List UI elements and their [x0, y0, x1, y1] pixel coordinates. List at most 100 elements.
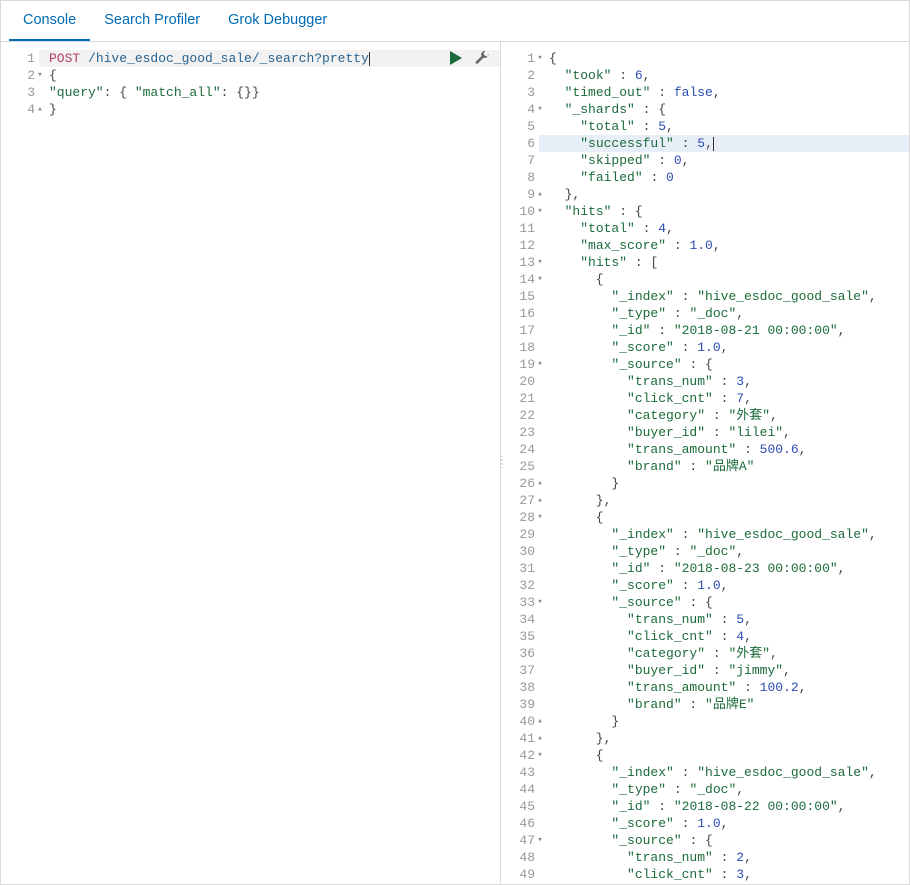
code-line[interactable]: "brand" : "品牌A": [549, 458, 909, 475]
code-line[interactable]: "buyer_id" : "lilei",: [549, 424, 909, 441]
code-line[interactable]: "successful" : 5,: [549, 135, 909, 152]
gutter-line: 13▾: [501, 254, 539, 271]
gutter-line: 46: [501, 815, 539, 832]
editor-panes: 12▾34▴ POST /hive_esdoc_good_sale/_searc…: [1, 42, 909, 884]
tab-search-profiler[interactable]: Search Profiler: [90, 1, 214, 41]
gutter-line: 24: [501, 441, 539, 458]
code-line[interactable]: {: [549, 271, 909, 288]
code-line[interactable]: "click_cnt" : 3,: [549, 866, 909, 883]
gutter-line: 48: [501, 849, 539, 866]
gutter-line: 47▾: [501, 832, 539, 849]
code-line[interactable]: },: [549, 492, 909, 509]
gutter-line: 5: [501, 118, 539, 135]
gutter-line: 1▾: [501, 50, 539, 67]
code-line[interactable]: {: [549, 747, 909, 764]
code-line[interactable]: "category" : "外套",: [549, 645, 909, 662]
gutter-line: 2▾: [1, 67, 39, 84]
tab-console[interactable]: Console: [9, 1, 90, 41]
gutter-line: 17: [501, 322, 539, 339]
code-line[interactable]: "_source" : {: [549, 594, 909, 611]
gutter-line: 36: [501, 645, 539, 662]
code-line[interactable]: "_score" : 1.0,: [549, 577, 909, 594]
tab-grok-debugger[interactable]: Grok Debugger: [214, 1, 341, 41]
gutter-line: 1: [1, 50, 39, 67]
response-code[interactable]: { "took" : 6, "timed_out" : false, "_sha…: [539, 42, 909, 884]
code-line[interactable]: "category" : "外套",: [549, 407, 909, 424]
gutter-line: 39: [501, 696, 539, 713]
code-line[interactable]: },: [549, 186, 909, 203]
code-line[interactable]: {: [49, 67, 500, 84]
code-line[interactable]: "skipped" : 0,: [549, 152, 909, 169]
response-editor[interactable]: 1▾234▾56789▴10▾111213▾14▾1516171819▾2021…: [501, 42, 909, 884]
gutter-line: 35: [501, 628, 539, 645]
code-line[interactable]: "_source" : {: [549, 832, 909, 849]
code-line[interactable]: "_index" : "hive_esdoc_good_sale",: [549, 526, 909, 543]
request-editor[interactable]: 12▾34▴ POST /hive_esdoc_good_sale/_searc…: [1, 42, 500, 884]
request-code[interactable]: POST /hive_esdoc_good_sale/_search?prett…: [39, 42, 500, 884]
code-line[interactable]: "click_cnt" : 4,: [549, 628, 909, 645]
code-line[interactable]: "max_score" : 1.0,: [549, 237, 909, 254]
code-line[interactable]: "total" : 4,: [549, 220, 909, 237]
gutter-line: 31: [501, 560, 539, 577]
gutter-line: 16: [501, 305, 539, 322]
code-line[interactable]: "took" : 6,: [549, 67, 909, 84]
code-line[interactable]: "_id" : "2018-08-22 00:00:00",: [549, 798, 909, 815]
response-pane: 1▾234▾56789▴10▾111213▾14▾1516171819▾2021…: [501, 42, 909, 884]
code-line[interactable]: "trans_amount" : 500.6,: [549, 441, 909, 458]
response-gutter: 1▾234▾56789▴10▾111213▾14▾1516171819▾2021…: [501, 42, 539, 884]
code-line[interactable]: "brand" : "品牌E": [549, 696, 909, 713]
gutter-line: 12: [501, 237, 539, 254]
splitter-handle-icon: ⋮⋮: [497, 459, 506, 467]
code-line[interactable]: "_source" : {: [549, 356, 909, 373]
code-line[interactable]: "trans_amount" : 100.2,: [549, 679, 909, 696]
code-line[interactable]: "click_cnt" : 7,: [549, 390, 909, 407]
code-line[interactable]: "_index" : "hive_esdoc_good_sale",: [549, 764, 909, 781]
code-line[interactable]: }: [549, 475, 909, 492]
code-line[interactable]: "hits" : {: [549, 203, 909, 220]
code-line[interactable]: "timed_out" : false,: [549, 84, 909, 101]
code-line[interactable]: {: [549, 509, 909, 526]
code-line[interactable]: "trans_num" : 2,: [549, 849, 909, 866]
code-line[interactable]: {: [549, 50, 909, 67]
wrench-icon[interactable]: [474, 50, 490, 66]
gutter-line: 28▾: [501, 509, 539, 526]
code-line[interactable]: }: [49, 101, 500, 118]
run-icon[interactable]: [448, 50, 464, 66]
pane-splitter[interactable]: ⋮⋮: [500, 42, 503, 884]
gutter-line: 32: [501, 577, 539, 594]
gutter-line: 10▾: [501, 203, 539, 220]
code-line[interactable]: },: [549, 730, 909, 747]
gutter-line: 27▴: [501, 492, 539, 509]
gutter-line: 29: [501, 526, 539, 543]
gutter-line: 18: [501, 339, 539, 356]
code-line[interactable]: "_score" : 1.0,: [549, 815, 909, 832]
gutter-line: 21: [501, 390, 539, 407]
gutter-line: 8: [501, 169, 539, 186]
gutter-line: 26▴: [501, 475, 539, 492]
gutter-line: 49: [501, 866, 539, 883]
gutter-line: 4▾: [501, 101, 539, 118]
code-line[interactable]: "total" : 5,: [549, 118, 909, 135]
gutter-line: 3: [1, 84, 39, 101]
code-line[interactable]: "hits" : [: [549, 254, 909, 271]
code-line[interactable]: "trans_num" : 5,: [549, 611, 909, 628]
code-line[interactable]: "_type" : "_doc",: [549, 781, 909, 798]
gutter-line: 33▾: [501, 594, 539, 611]
gutter-line: 9▴: [501, 186, 539, 203]
code-line[interactable]: }: [549, 713, 909, 730]
code-line[interactable]: POST /hive_esdoc_good_sale/_search?prett…: [49, 50, 500, 67]
gutter-line: 30: [501, 543, 539, 560]
code-line[interactable]: "_shards" : {: [549, 101, 909, 118]
code-line[interactable]: "_type" : "_doc",: [549, 305, 909, 322]
code-line[interactable]: "buyer_id" : "jimmy",: [549, 662, 909, 679]
code-line[interactable]: "_id" : "2018-08-21 00:00:00",: [549, 322, 909, 339]
code-line[interactable]: "_type" : "_doc",: [549, 543, 909, 560]
code-line[interactable]: "_id" : "2018-08-23 00:00:00",: [549, 560, 909, 577]
code-line[interactable]: "query": { "match_all": {}}: [49, 84, 500, 101]
code-line[interactable]: "_index" : "hive_esdoc_good_sale",: [549, 288, 909, 305]
code-line[interactable]: "trans_num" : 3,: [549, 373, 909, 390]
gutter-line: 40▴: [501, 713, 539, 730]
code-line[interactable]: "_score" : 1.0,: [549, 339, 909, 356]
gutter-line: 38: [501, 679, 539, 696]
code-line[interactable]: "failed" : 0: [549, 169, 909, 186]
